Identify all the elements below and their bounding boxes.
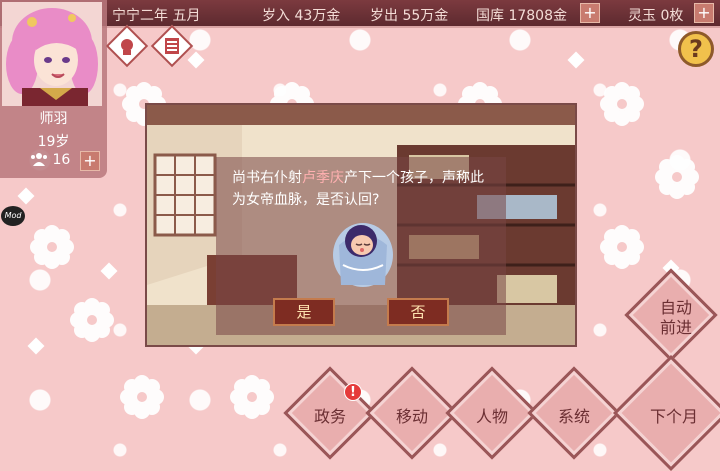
character-plus-button[interactable]: + [80, 151, 100, 171]
move-label: 移动 [395, 407, 428, 426]
mod-badge[interactable]: Mod [1, 206, 25, 226]
next-month-label: 下个月 [649, 407, 698, 426]
annual-expense: 岁出 55万金 [370, 8, 449, 24]
character-stat: 16 [30, 152, 70, 168]
jade-plus-button[interactable]: + [694, 3, 714, 23]
treasury-amount: 国库 17808金 [476, 8, 567, 24]
diamond-decoration [27, 337, 45, 355]
politics-label: 政务 [313, 407, 346, 426]
auto-advance-text: 自动前进 [659, 298, 692, 337]
current-date: 宁宁二年 五月 [112, 8, 201, 24]
annual-income: 岁入 43万金 [262, 8, 341, 24]
flower-decoration [600, 225, 644, 269]
flower-decoration [70, 298, 114, 342]
dialog-highlight-name: 卢季庆 [302, 170, 344, 186]
flower-decoration [230, 375, 274, 419]
flower-decoration [120, 375, 164, 419]
event-scene: 尚书右仆射卢季庆产下一个孩子，声称此为女帝血脉，是否认回? 是 否 [145, 103, 577, 347]
baby-illustration [325, 215, 401, 289]
diamond-decoration [17, 187, 35, 205]
politics-alert-badge: ! [344, 383, 362, 401]
diamond-decoration [100, 262, 118, 280]
people-icon [30, 152, 48, 166]
diamond-decoration [567, 51, 585, 69]
flower-decoration [600, 82, 644, 126]
diamond-decoration [187, 51, 205, 69]
character-age: 19岁 [37, 134, 70, 150]
people-label: 人物 [475, 407, 508, 426]
character-portrait[interactable] [2, 2, 102, 106]
resource-bar: 宁宁二年 五月 岁入 43万金 岁出 55万金 国库 17808金 + 灵玉 0… [0, 0, 720, 28]
flower-decoration [30, 225, 74, 269]
character-panel[interactable]: 师羽 19岁 16 + [0, 0, 107, 178]
yes-button[interactable]: 是 [273, 298, 335, 326]
event-icon[interactable] [105, 24, 149, 68]
system-label: 系统 [557, 407, 590, 426]
dialog-text-prefix: 尚书右仆射 [232, 170, 302, 186]
no-button[interactable]: 否 [387, 298, 449, 326]
auto-advance-label: 自动前进 [634, 298, 718, 338]
character-name: 师羽 [39, 111, 68, 127]
flower-decoration [655, 155, 699, 199]
stat-value: 16 [52, 152, 71, 168]
edict-icon[interactable] [150, 24, 194, 68]
help-button[interactable]: ? [678, 31, 714, 67]
spirit-jade-amount: 灵玉 0枚 [628, 8, 684, 24]
dialog-text: 尚书右仆射卢季庆产下一个孩子，声称此为女帝血脉，是否认回? [232, 167, 492, 211]
treasury-plus-button[interactable]: + [580, 3, 600, 23]
